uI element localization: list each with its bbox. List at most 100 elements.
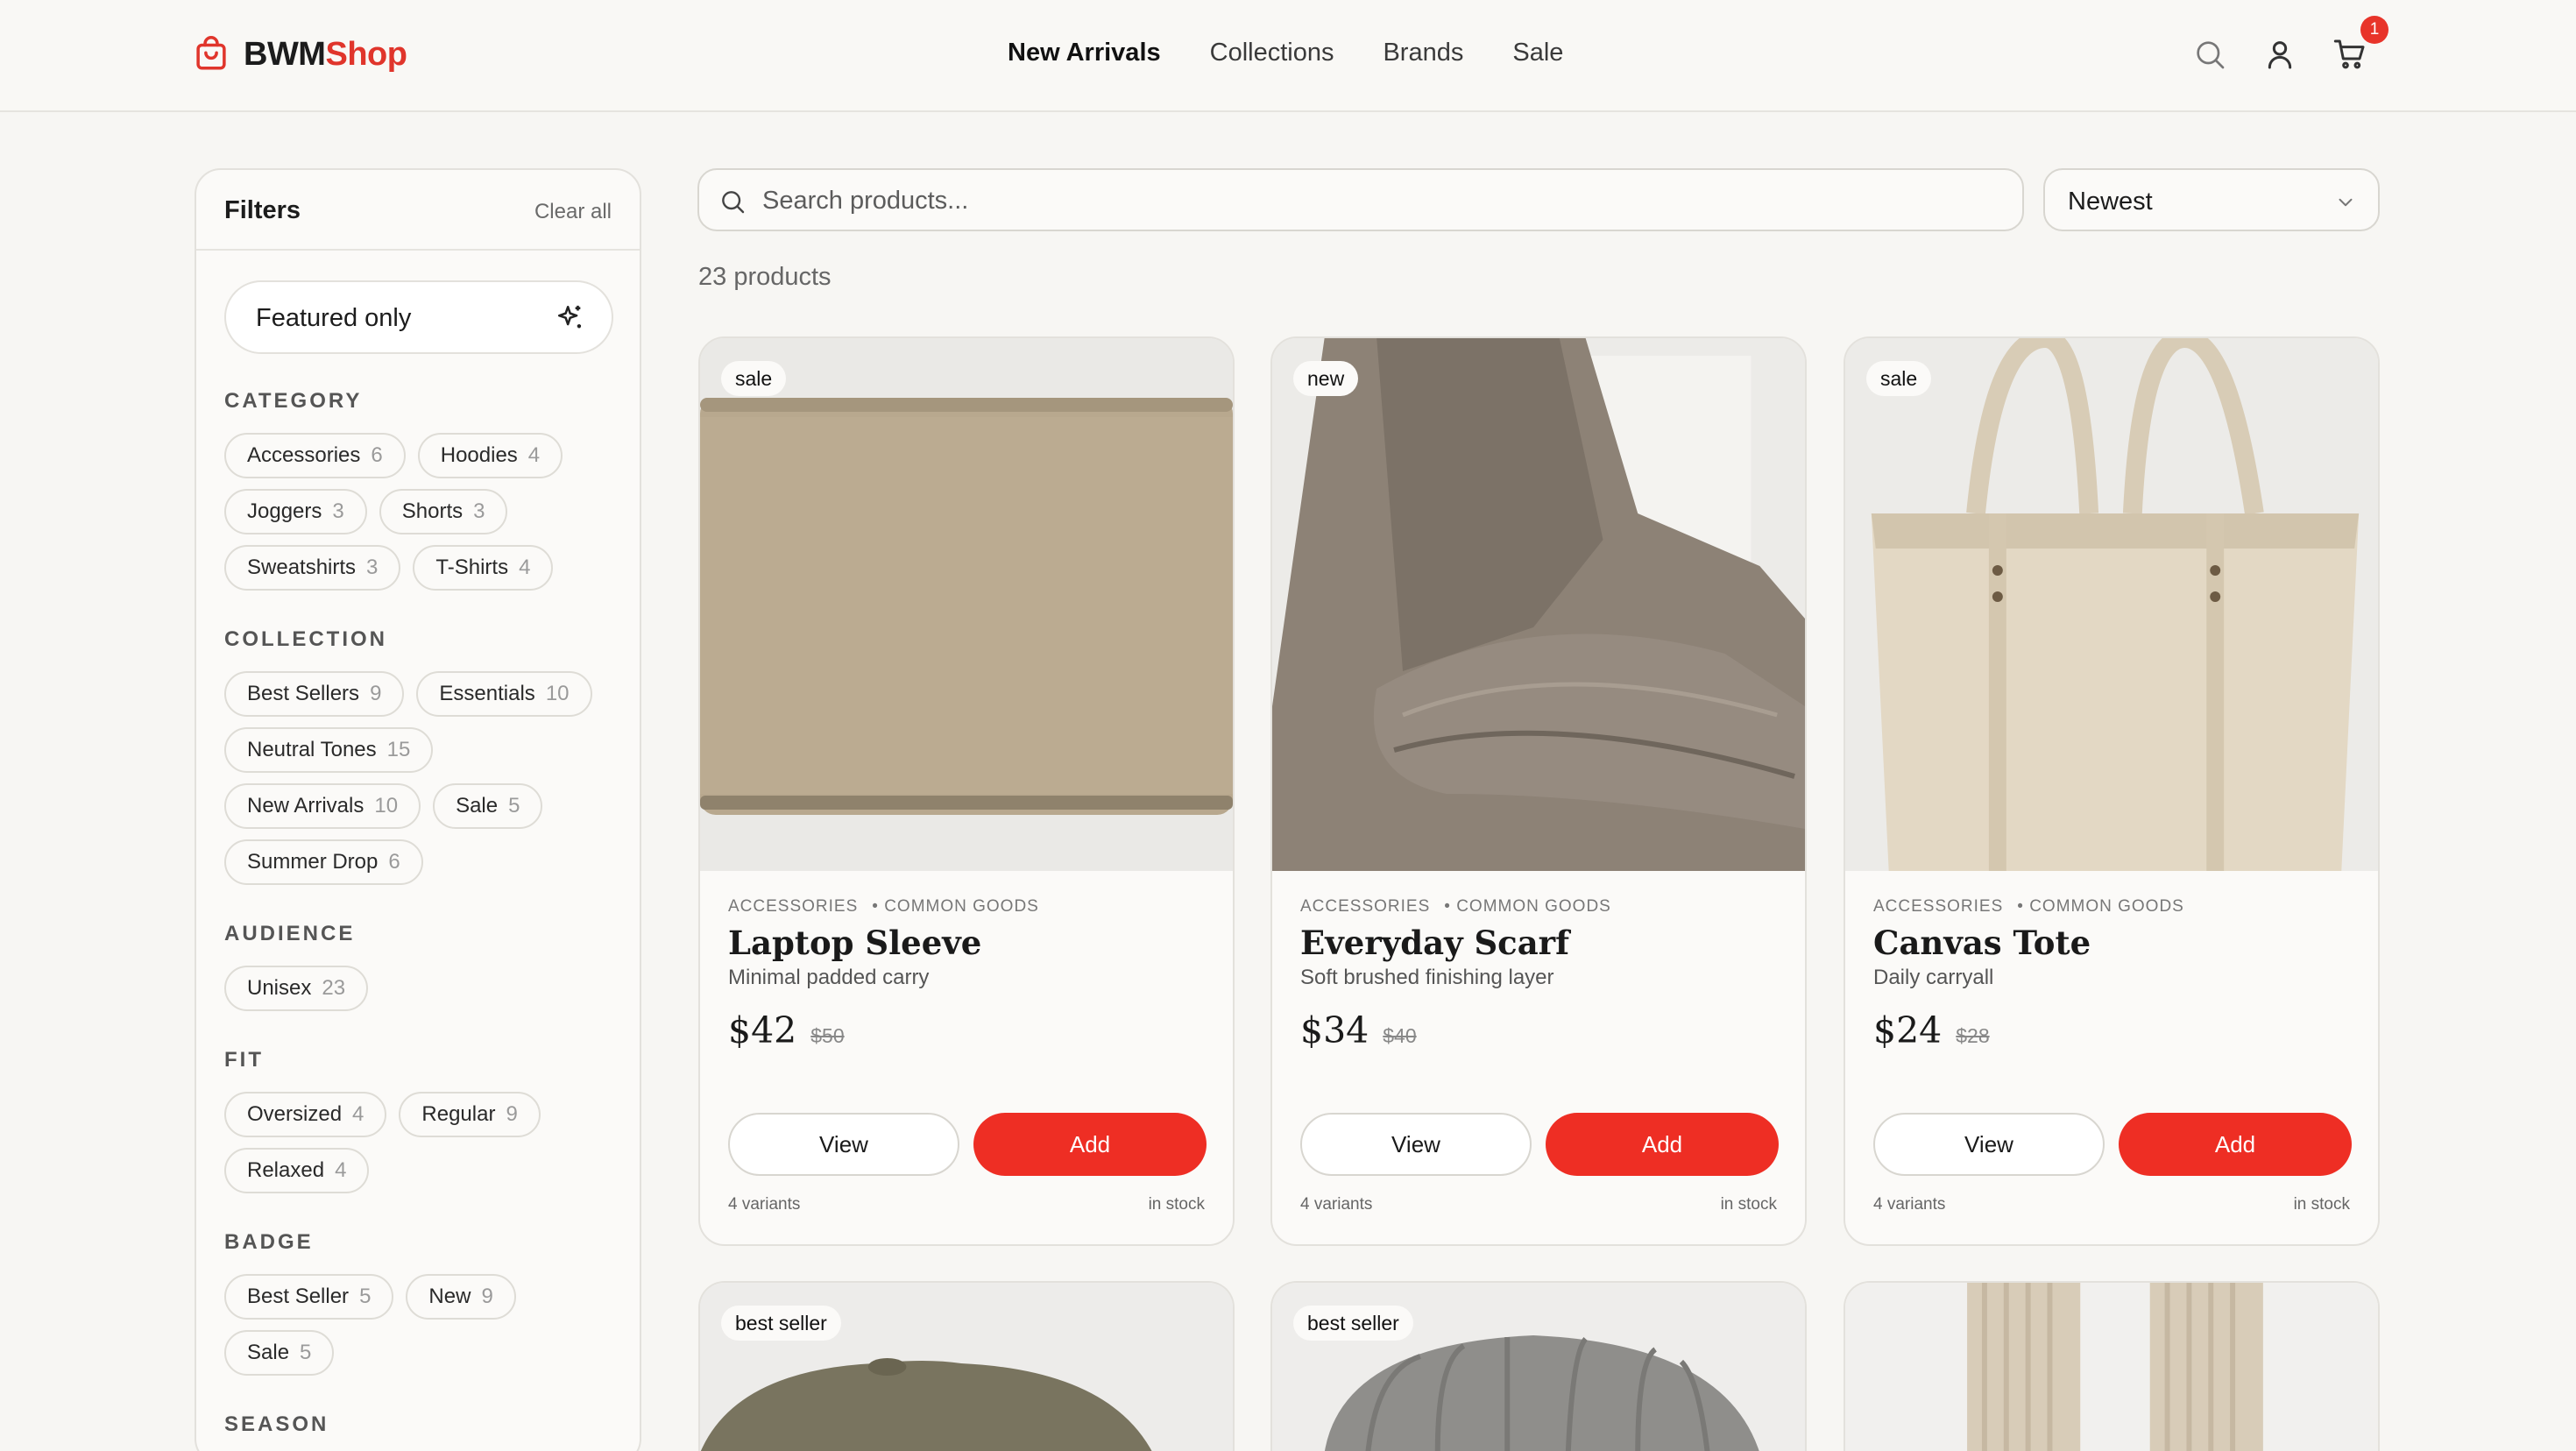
- product-card[interactable]: sale ACCESSORIES • COMMON GOODS Laptop Sl…: [698, 336, 1235, 1246]
- product-badge: sale: [1866, 361, 1932, 396]
- product-name[interactable]: Canvas Tote: [1873, 924, 2091, 962]
- product-name[interactable]: Everyday Scarf: [1300, 924, 1569, 962]
- nav-new-arrivals[interactable]: New Arrivals: [1008, 39, 1161, 67]
- tote-bag-image: [1845, 338, 2378, 871]
- stock-status: in stock: [1720, 1195, 1777, 1214]
- product-badge: new: [1293, 361, 1359, 396]
- user-icon: [2268, 41, 2292, 69]
- laptop-sleeve-image: [700, 338, 1233, 871]
- cart-button[interactable]: [2332, 37, 2367, 72]
- site-header: BWMShop New Arrivals Collections Brands …: [0, 0, 2576, 112]
- scarf-image: [1272, 338, 1805, 871]
- season-section-title: SEASON: [224, 1412, 329, 1436]
- category-chips: Accessories 6 Hoodies 4 Joggers 3 Shorts 3 S…: [224, 433, 619, 591]
- product-image[interactable]: sale: [700, 338, 1233, 871]
- brand-logo[interactable]: BWMShop: [193, 35, 407, 74]
- product-price: $34 $40: [1300, 1009, 1417, 1051]
- shopping-bag-icon: [196, 36, 226, 70]
- product-description: Daily carryall: [1873, 966, 1994, 989]
- clear-all-button[interactable]: Clear all: [534, 200, 612, 224]
- category-section-title: CATEGORY: [224, 389, 363, 413]
- current-price: $34: [1300, 1009, 1369, 1051]
- filter-chip[interactable]: Accessories 6: [224, 433, 406, 478]
- chevron-down-icon: [2339, 198, 2353, 207]
- results-count: 23 products: [698, 263, 832, 291]
- search-input[interactable]: [762, 180, 1989, 221]
- view-button[interactable]: View: [1300, 1113, 1532, 1176]
- sort-value: Newest: [2068, 188, 2153, 216]
- filter-chip[interactable]: T-Shirts 4: [413, 545, 554, 591]
- filter-chip[interactable]: Hoodies 4: [417, 433, 563, 478]
- add-to-cart-button[interactable]: Add: [2119, 1113, 2352, 1176]
- product-image[interactable]: best seller: [1272, 1283, 1805, 1451]
- product-meta: ACCESSORIES • COMMON GOODS: [1873, 897, 2184, 916]
- variants-count: 4 variants: [1300, 1195, 1373, 1214]
- filter-chip[interactable]: Sale 5: [433, 783, 543, 829]
- view-button[interactable]: View: [1873, 1113, 2105, 1176]
- product-card[interactable]: new ACCESSORIES • COMMON GOODS Everyday S…: [1270, 336, 1807, 1246]
- filter-chip[interactable]: Shorts 3: [379, 489, 508, 534]
- filters-header: Filters Clear all: [196, 170, 640, 251]
- product-price: $24 $28: [1873, 1009, 1990, 1051]
- product-description: Minimal padded carry: [728, 966, 930, 989]
- product-badge: sale: [721, 361, 787, 396]
- ribbed-socks-image: [1845, 1283, 2378, 1451]
- filter-chip[interactable]: Best Seller 5: [224, 1274, 394, 1320]
- main-nav: New Arrivals Collections Brands Sale: [1008, 39, 1563, 67]
- product-image[interactable]: best seller: [700, 1283, 1233, 1451]
- fit-chips: Oversized 4 Regular 9 Relaxed 4: [224, 1092, 619, 1193]
- nav-sale[interactable]: Sale: [1512, 39, 1563, 67]
- filter-chip[interactable]: Best Sellers 9: [224, 671, 405, 717]
- search-icon: [2197, 41, 2225, 69]
- collection-chips: Best Sellers 9 Essentials 10 Neutral Tones…: [224, 671, 619, 885]
- audience-section-title: AUDIENCE: [224, 922, 356, 945]
- add-to-cart-button[interactable]: Add: [973, 1113, 1207, 1176]
- filter-chip[interactable]: Sweatshirts 3: [224, 545, 401, 591]
- cart-count-badge: 1: [2360, 16, 2388, 44]
- search-button[interactable]: [2192, 37, 2227, 72]
- product-name[interactable]: Laptop Sleeve: [728, 924, 981, 962]
- product-image[interactable]: new: [1272, 338, 1805, 871]
- filter-chip[interactable]: New Arrivals 10: [224, 783, 421, 829]
- filter-chip[interactable]: New 9: [406, 1274, 516, 1320]
- search-icon: [722, 191, 745, 214]
- filter-chip[interactable]: Oversized 4: [224, 1092, 387, 1137]
- product-image[interactable]: sale: [1845, 338, 2378, 871]
- audience-chips: Unisex 23: [224, 966, 619, 1011]
- fit-section-title: FIT: [224, 1048, 264, 1072]
- current-price: $24: [1873, 1009, 1943, 1051]
- featured-only-toggle[interactable]: Featured only: [224, 280, 613, 354]
- filter-chip[interactable]: Essentials 10: [416, 671, 592, 717]
- filter-chip[interactable]: Relaxed 4: [224, 1148, 370, 1193]
- search-bar: [697, 168, 2024, 231]
- sparkle-icon: [557, 305, 582, 329]
- product-image[interactable]: [1845, 1283, 2378, 1451]
- product-badge: best seller: [721, 1306, 841, 1341]
- view-button[interactable]: View: [728, 1113, 959, 1176]
- add-to-cart-button[interactable]: Add: [1546, 1113, 1779, 1176]
- nav-brands[interactable]: Brands: [1383, 39, 1463, 67]
- product-card[interactable]: best seller: [1270, 1281, 1807, 1451]
- original-price: $40: [1383, 1024, 1417, 1047]
- product-card[interactable]: best seller: [698, 1281, 1235, 1451]
- badge-chips: Best Seller 5 New 9 Sale 5: [224, 1274, 619, 1376]
- account-button[interactable]: [2262, 37, 2297, 72]
- nav-collections[interactable]: Collections: [1210, 39, 1334, 67]
- filter-chip[interactable]: Neutral Tones 15: [224, 727, 434, 773]
- featured-only-label: Featured only: [256, 304, 412, 332]
- variants-count: 4 variants: [1873, 1195, 1946, 1214]
- badge-section-title: BADGE: [224, 1230, 314, 1254]
- product-badge: best seller: [1293, 1306, 1413, 1341]
- filters-panel: Filters Clear all Featured only CATEGORY…: [195, 168, 641, 1451]
- filter-chip[interactable]: Unisex 23: [224, 966, 369, 1011]
- filter-chip[interactable]: Joggers 3: [224, 489, 367, 534]
- filter-chip[interactable]: Regular 9: [399, 1092, 541, 1137]
- variants-count: 4 variants: [728, 1195, 801, 1214]
- product-card[interactable]: [1844, 1281, 2380, 1451]
- product-card[interactable]: sale ACCESSORIES • COMMON GOODS Canvas To…: [1844, 336, 2380, 1246]
- filter-chip[interactable]: Summer Drop 6: [224, 839, 423, 885]
- current-price: $42: [728, 1009, 797, 1051]
- sort-select[interactable]: Newest: [2043, 168, 2380, 231]
- stock-status: in stock: [1148, 1195, 1205, 1214]
- filter-chip[interactable]: Sale 5: [224, 1330, 335, 1376]
